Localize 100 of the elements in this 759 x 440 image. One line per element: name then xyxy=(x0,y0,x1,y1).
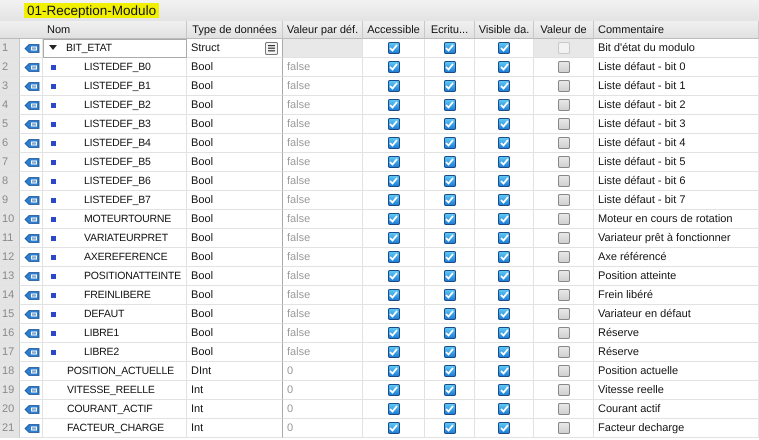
column-header[interactable]: Valeur de xyxy=(534,21,594,39)
checkbox[interactable] xyxy=(444,403,456,415)
checkbox[interactable] xyxy=(388,61,400,73)
checkbox[interactable] xyxy=(498,403,510,415)
checkbox[interactable] xyxy=(388,289,400,301)
checkbox[interactable] xyxy=(388,365,400,377)
variable-name[interactable]: BIT_ETAT xyxy=(66,42,112,54)
variable-name[interactable]: FREINLIBERE xyxy=(60,289,151,301)
checkbox[interactable] xyxy=(558,99,570,111)
name-cell[interactable]: VITESSE_REELLE xyxy=(43,381,187,400)
variable-name[interactable]: AXEREFERENCE xyxy=(60,251,168,263)
column-header[interactable]: Visible da. xyxy=(475,21,534,39)
checkbox[interactable] xyxy=(388,99,400,111)
name-cell[interactable]: VARIATEURPRET xyxy=(43,229,187,248)
checkbox[interactable] xyxy=(444,175,456,187)
variable-name[interactable]: LISTEDEF_B4 xyxy=(60,137,151,149)
checkbox[interactable] xyxy=(444,384,456,396)
variable-name[interactable]: COURANT_ACTIF xyxy=(67,403,152,415)
checkbox[interactable] xyxy=(388,42,400,54)
checkbox[interactable] xyxy=(444,99,456,111)
variable-name[interactable]: LISTEDEF_B2 xyxy=(60,99,151,111)
checkbox[interactable] xyxy=(558,346,570,358)
name-cell[interactable]: COURANT_ACTIF xyxy=(43,400,187,419)
checkbox[interactable] xyxy=(558,61,570,73)
checkbox[interactable] xyxy=(498,232,510,244)
variable-name[interactable]: LIBRE2 xyxy=(60,346,119,358)
checkbox[interactable] xyxy=(498,156,510,168)
checkbox[interactable] xyxy=(558,175,570,187)
checkbox[interactable] xyxy=(388,251,400,263)
checkbox[interactable] xyxy=(498,42,510,54)
checkbox[interactable] xyxy=(444,156,456,168)
checkbox[interactable] xyxy=(558,365,570,377)
checkbox[interactable] xyxy=(388,422,400,434)
checkbox[interactable] xyxy=(444,137,456,149)
checkbox[interactable] xyxy=(444,346,456,358)
checkbox[interactable] xyxy=(498,137,510,149)
name-cell[interactable]: LIBRE1 xyxy=(43,324,187,343)
checkbox[interactable] xyxy=(388,118,400,130)
name-cell[interactable]: MOTEURTOURNE xyxy=(43,210,187,229)
checkbox[interactable] xyxy=(388,232,400,244)
variable-name[interactable]: DEFAUT xyxy=(60,308,124,320)
checkbox[interactable] xyxy=(388,156,400,168)
list-button-icon[interactable] xyxy=(265,42,278,54)
checkbox[interactable] xyxy=(558,251,570,263)
variable-name[interactable]: LIBRE1 xyxy=(60,327,119,339)
name-cell[interactable]: LISTEDEF_B0 xyxy=(43,58,187,77)
checkbox[interactable] xyxy=(498,270,510,282)
checkbox[interactable] xyxy=(498,289,510,301)
name-cell[interactable]: LISTEDEF_B5 xyxy=(43,153,187,172)
checkbox[interactable] xyxy=(498,384,510,396)
checkbox[interactable] xyxy=(498,422,510,434)
variable-name[interactable]: LISTEDEF_B6 xyxy=(60,175,151,187)
column-header[interactable]: Valeur par déf. xyxy=(283,21,363,39)
checkbox[interactable] xyxy=(388,308,400,320)
name-cell[interactable]: LISTEDEF_B2 xyxy=(43,96,187,115)
checkbox[interactable] xyxy=(498,327,510,339)
variable-name[interactable]: VITESSE_REELLE xyxy=(67,384,155,396)
checkbox[interactable] xyxy=(444,80,456,92)
checkbox[interactable] xyxy=(444,422,456,434)
variable-name[interactable]: LISTEDEF_B3 xyxy=(60,118,151,130)
checkbox[interactable] xyxy=(558,80,570,92)
checkbox[interactable] xyxy=(558,232,570,244)
checkbox[interactable] xyxy=(388,327,400,339)
checkbox[interactable] xyxy=(558,422,570,434)
checkbox[interactable] xyxy=(498,308,510,320)
checkbox[interactable] xyxy=(388,213,400,225)
checkbox[interactable] xyxy=(444,118,456,130)
name-cell[interactable]: LIBRE2 xyxy=(43,343,187,362)
checkbox[interactable] xyxy=(558,403,570,415)
column-header[interactable]: Commentaire xyxy=(594,21,759,39)
variable-name[interactable]: POSITIONATTEINTE xyxy=(60,270,181,282)
variable-name[interactable]: LISTEDEF_B0 xyxy=(60,61,151,73)
checkbox[interactable] xyxy=(558,156,570,168)
variable-name[interactable]: LISTEDEF_B7 xyxy=(60,194,151,206)
checkbox[interactable] xyxy=(558,137,570,149)
variable-name[interactable]: LISTEDEF_B1 xyxy=(60,80,151,92)
checkbox[interactable] xyxy=(444,213,456,225)
checkbox[interactable] xyxy=(498,365,510,377)
checkbox[interactable] xyxy=(498,80,510,92)
variable-name[interactable]: LISTEDEF_B5 xyxy=(60,156,151,168)
checkbox[interactable] xyxy=(444,308,456,320)
checkbox[interactable] xyxy=(558,384,570,396)
checkbox[interactable] xyxy=(498,251,510,263)
checkbox[interactable] xyxy=(498,194,510,206)
name-cell[interactable]: LISTEDEF_B4 xyxy=(43,134,187,153)
name-cell[interactable]: AXEREFERENCE xyxy=(43,248,187,267)
expand-arrow-icon[interactable] xyxy=(49,44,57,52)
checkbox[interactable] xyxy=(444,61,456,73)
checkbox[interactable] xyxy=(388,403,400,415)
variable-name[interactable]: POSITION_ACTUELLE xyxy=(67,365,174,377)
name-cell[interactable]: LISTEDEF_B6 xyxy=(43,172,187,191)
checkbox[interactable] xyxy=(388,137,400,149)
checkbox[interactable] xyxy=(498,346,510,358)
column-header[interactable]: Type de données xyxy=(187,21,283,39)
checkbox[interactable] xyxy=(498,175,510,187)
checkbox[interactable] xyxy=(498,213,510,225)
checkbox[interactable] xyxy=(444,270,456,282)
checkbox[interactable] xyxy=(444,327,456,339)
checkbox[interactable] xyxy=(444,251,456,263)
name-cell[interactable]: DEFAUT xyxy=(43,305,187,324)
